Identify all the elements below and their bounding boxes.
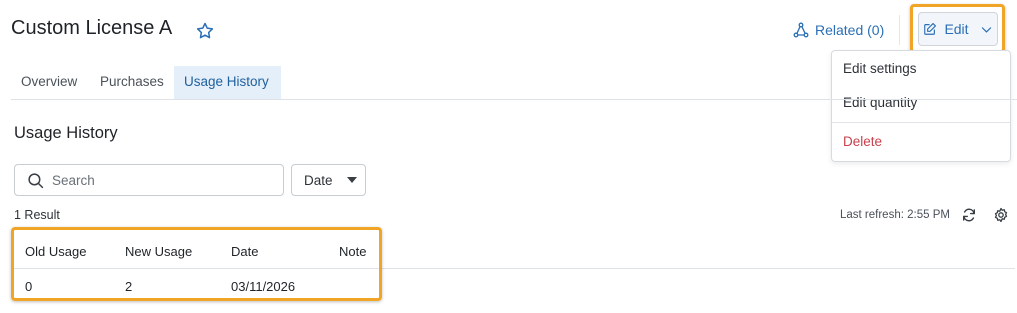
- search-icon: [28, 172, 44, 188]
- tab-overview[interactable]: Overview: [11, 66, 87, 99]
- menu-divider: [832, 122, 1010, 123]
- search-input[interactable]: [52, 172, 272, 188]
- result-count: 1 Result: [14, 208, 60, 222]
- section-title: Usage History: [14, 124, 118, 142]
- last-refresh-text: Last refresh: 2:55 PM: [840, 209, 950, 221]
- menu-item-edit-settings[interactable]: Edit settings: [832, 61, 1010, 76]
- tab-usage-history[interactable]: Usage History: [174, 66, 281, 99]
- search-box[interactable]: [14, 164, 284, 196]
- refresh-icon[interactable]: [961, 207, 977, 223]
- date-filter-dropdown[interactable]: Date: [291, 164, 366, 196]
- edit-button-highlight: [910, 4, 1005, 53]
- page-title: Custom License A: [11, 17, 173, 39]
- header-divider: [899, 15, 900, 45]
- related-button[interactable]: Related (0): [793, 19, 884, 41]
- menu-item-delete[interactable]: Delete: [832, 134, 1010, 149]
- menu-item-edit-quantity[interactable]: Edit quantity: [832, 95, 1010, 110]
- date-filter-label: Date: [304, 172, 333, 188]
- related-label: Related (0): [815, 22, 885, 38]
- related-icon: [793, 22, 809, 38]
- gear-icon[interactable]: [993, 207, 1009, 223]
- edit-dropdown-menu: Edit settings Edit quantity Delete: [831, 50, 1011, 162]
- star-icon[interactable]: [195, 21, 215, 41]
- caret-down-icon: [346, 177, 357, 183]
- table-highlight: [11, 227, 382, 301]
- tabs-divider: [11, 99, 1017, 100]
- tab-purchases[interactable]: Purchases: [90, 66, 174, 99]
